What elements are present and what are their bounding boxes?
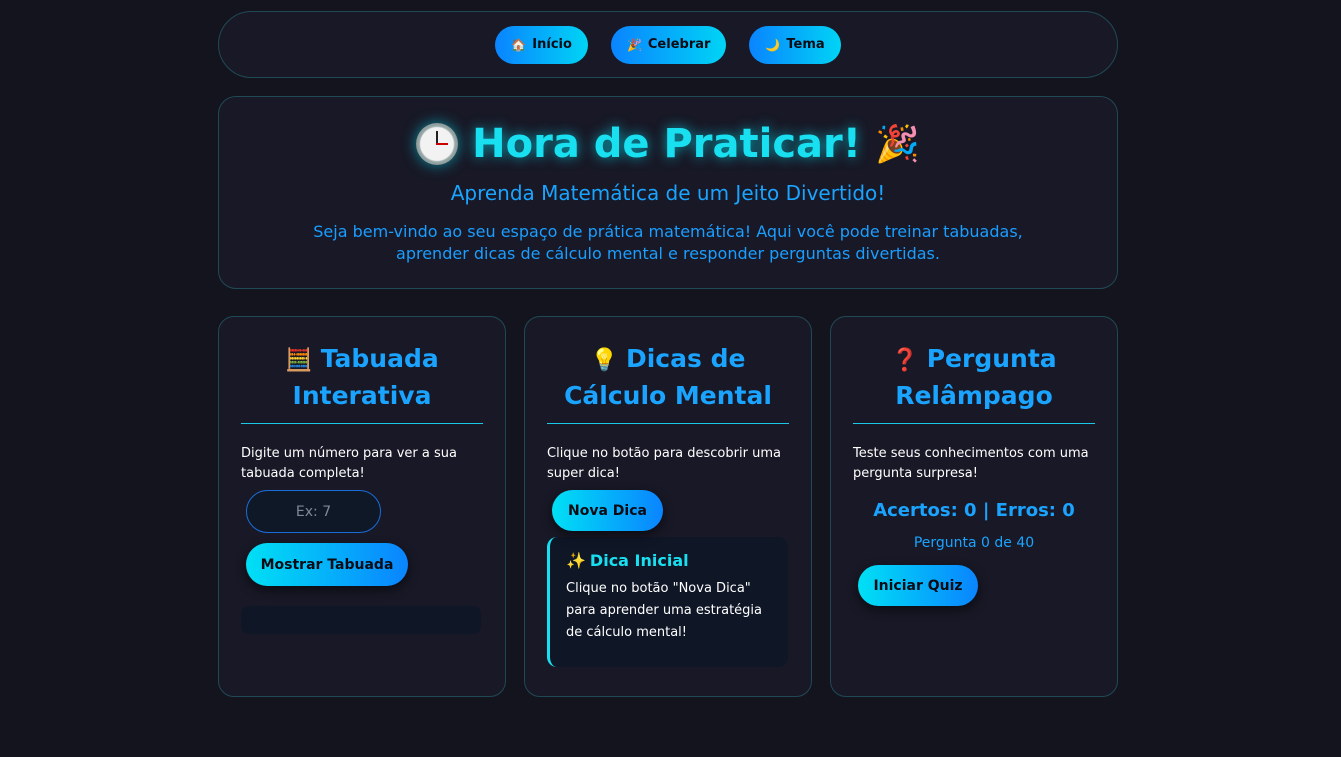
nav-celebrar-button[interactable]: 🎉 Celebrar xyxy=(610,25,727,64)
party-popper-icon: 🎉 xyxy=(875,124,920,165)
tip-title-text: Dica Inicial xyxy=(589,551,689,570)
number-input[interactable] xyxy=(246,490,381,533)
dicas-card-title: 💡 Dicas de Cálculo Mental xyxy=(547,341,789,424)
tip-text: Clique no botão "Nova Dica" para aprende… xyxy=(566,581,763,640)
hero-description: Seja bem-vindo ao seu espaço de prática … xyxy=(219,221,1117,265)
party-icon: 🎉 xyxy=(626,37,642,52)
show-table-button[interactable]: Mostrar Tabuada xyxy=(246,543,408,586)
home-icon: 🏠 xyxy=(511,37,527,52)
nav-tema-label: Tema xyxy=(786,37,825,52)
sparkles-icon: ✨ xyxy=(566,551,586,570)
quiz-card-title: ❓ Pergunta Relâmpago xyxy=(853,341,1095,424)
start-quiz-button[interactable]: Iniciar Quiz xyxy=(858,565,978,606)
quiz-card: ❓ Pergunta Relâmpago Teste seus conhecime… xyxy=(830,316,1118,697)
hero-description-line: Seja bem-vindo ao seu espaço de prática … xyxy=(313,222,1023,241)
nav-inicio-label: Início xyxy=(532,37,572,52)
quiz-instructions: Teste seus conhecimentos com uma pergunt… xyxy=(853,446,1089,481)
hero-description-line: aprender dicas de cálculo mental e respo… xyxy=(396,244,940,263)
abacus-icon: 🧮 xyxy=(285,348,313,373)
nav-inicio-button[interactable]: 🏠 Início xyxy=(495,25,588,64)
dicas-card: 💡 Dicas de Cálculo Mental Clique no botão… xyxy=(524,316,812,697)
clock-icon xyxy=(416,123,459,165)
quiz-score: Acertos: 0 | Erros: 0 xyxy=(873,500,1075,521)
dicas-instructions: Clique no botão para descobrir uma super… xyxy=(547,446,781,481)
tabuada-card: 🧮 Tabuada Interativa Digite um número par… xyxy=(218,316,506,697)
tip-box: ✨ Dica Inicial Clique no botão "Nova Dica… xyxy=(547,537,788,667)
tabuada-instructions: Digite um número para ver a sua tabuada … xyxy=(241,446,457,481)
table-result-area xyxy=(241,606,481,634)
hero-heading: Hora de Praticar! 🎉 xyxy=(219,121,1117,167)
tabuada-card-title: 🧮 Tabuada Interativa xyxy=(241,341,483,424)
quiz-title-text: Pergunta Relâmpago xyxy=(895,344,1057,410)
new-tip-button[interactable]: Nova Dica xyxy=(552,490,663,531)
question-mark-icon: ❓ xyxy=(891,348,919,373)
hero-subtitle: Aprenda Matemática de um Jeito Divertido… xyxy=(450,181,886,205)
quiz-progress: Pergunta 0 de 40 xyxy=(913,535,1035,551)
moon-icon: 🌙 xyxy=(765,37,781,52)
tabuada-title-text: Tabuada Interativa xyxy=(292,344,439,410)
hero-panel: Hora de Praticar! 🎉 Aprenda Matemática d… xyxy=(218,96,1118,289)
top-nav: 🏠 Início 🎉 Celebrar 🌙 Tema xyxy=(218,11,1118,78)
hero-title: Hora de Praticar! xyxy=(472,121,861,167)
nav-tema-button[interactable]: 🌙 Tema xyxy=(749,25,841,64)
nav-celebrar-label: Celebrar xyxy=(647,37,711,52)
tip-title: ✨ Dica Inicial xyxy=(566,551,772,570)
lightbulb-icon: 💡 xyxy=(590,348,618,373)
